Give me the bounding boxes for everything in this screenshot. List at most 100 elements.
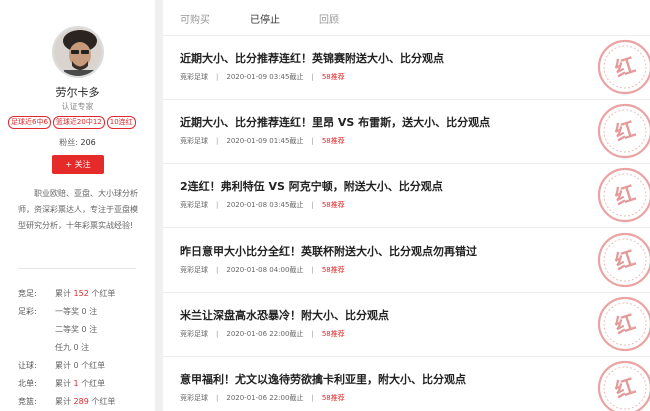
article-meta: 竞彩足球 | 2020-01-09 01:45截止 | 58推荐 — [180, 136, 345, 146]
record-badge: 足球近6中6 — [8, 116, 51, 129]
stat-row: 足彩: 一等奖 0 注 — [18, 302, 148, 320]
stat-value: 二等奖 0 注 — [55, 324, 97, 335]
article-price: 58推荐 — [321, 73, 345, 81]
separator: | — [216, 201, 219, 209]
stat-suffix: 个红单 — [81, 360, 106, 370]
follow-button[interactable]: + 关注 — [52, 155, 104, 174]
article-category: 竞彩足球 — [180, 394, 208, 402]
article-meta: 竞彩足球 | 2020-01-09 03:45截止 | 58推荐 — [180, 72, 345, 82]
separator: | — [311, 73, 314, 81]
stat-row: 任九 0 注 — [18, 338, 148, 356]
red-win-stamp-icon: 红 — [597, 360, 650, 411]
article-price: 58推荐 — [321, 394, 345, 402]
avatar[interactable] — [52, 26, 104, 78]
separator: | — [216, 137, 219, 145]
red-win-stamp-icon: 红 — [597, 167, 650, 223]
stat-prefix: 累计 — [55, 360, 71, 370]
red-win-stamp-icon: 红 — [597, 39, 650, 95]
stat-key: 北单: — [18, 378, 37, 388]
separator: | — [311, 394, 314, 402]
separator: | — [216, 394, 219, 402]
divider — [18, 268, 136, 269]
tab-available[interactable]: 可购买 — [180, 11, 210, 26]
article-item[interactable]: 近期大小、比分推荐连红！英锦赛附送大小、比分观点竞彩足球 | 2020-01-09 … — [163, 36, 650, 100]
svg-text:红: 红 — [612, 373, 638, 402]
stat-value: 累计 289 个红单 — [55, 396, 115, 407]
separator: | — [311, 266, 314, 274]
stat-value: 累计 0 个红单 — [55, 360, 105, 371]
article-price: 58推荐 — [321, 137, 345, 145]
article-item[interactable]: 近期大小、比分推荐连红！里昂 VS 布雷斯，送大小、比分观点竞彩足球 | 2020-… — [163, 100, 650, 164]
article-title[interactable]: 昨日意甲大小比分全红！英联杯附送大小、比分观点勿再错过 — [180, 243, 477, 259]
article-title[interactable]: 米兰让深盘高水恐暴冷！附大小、比分观点 — [180, 307, 389, 323]
record-badges: 足球近6中6 篮球近20中12 10连红 — [8, 116, 136, 129]
stat-prefix: 累计 — [55, 378, 71, 388]
fans-count: 206 — [80, 138, 96, 147]
stat-row: 让球: 累计 0 个红单 — [18, 356, 148, 374]
red-win-stamp-icon: 红 — [597, 296, 650, 352]
stat-key: 竞篮: — [18, 396, 37, 406]
article-item[interactable]: 昨日意甲大小比分全红！英联杯附送大小、比分观点勿再错过 竞彩足球 | 2020-01-… — [163, 229, 650, 293]
tab-stopped[interactable]: 已停止 — [250, 11, 280, 26]
article-item[interactable]: 2连红！弗利特伍 VS 阿克宁顿，附送大小、比分观点竞彩足球 | 2020-01-0… — [163, 164, 650, 228]
stat-key: 竞足: — [18, 288, 37, 298]
record-badge: 篮球近20中12 — [52, 116, 105, 129]
record-badge: 10连红 — [106, 116, 136, 129]
tab-bar: 可购买 已停止 回顾 — [163, 0, 650, 36]
article-title[interactable]: 意甲福利！尤文以逸待劳欲擒卡利亚里，附大小、比分观点 — [180, 371, 466, 387]
stat-prefix: 累计 — [55, 396, 71, 406]
stat-suffix: 一等奖 0 注 — [55, 306, 98, 316]
stats-list: 竞足: 累计 152 个红单 足彩: 一等奖 0 注 二等奖 0 注 任九 0 注让… — [18, 284, 148, 410]
article-meta: 竞彩足球 | 2020-01-08 03:45截止 | 58推荐 — [180, 200, 345, 210]
article-title[interactable]: 近期大小、比分推荐连红！里昂 VS 布雷斯，送大小、比分观点 — [180, 114, 490, 130]
stat-suffix: 个红单 — [91, 396, 116, 406]
stat-prefix: 累计 — [55, 288, 71, 298]
stat-value: 累计 152 个红单 — [55, 288, 115, 299]
svg-text:红: 红 — [612, 245, 638, 274]
expert-profile-panel: 劳尔卡多 认证专家 足球近6中6 篮球近20中12 10连红 粉丝: 206 +… — [0, 0, 155, 411]
article-item[interactable]: 米兰让深盘高水恐暴冷！附大小、比分观点 竞彩足球 | 2020-01-06 22:00… — [163, 293, 650, 357]
article-deadline: 2020-01-06 22:00截止 — [226, 394, 304, 402]
svg-text:红: 红 — [612, 52, 638, 81]
expert-name: 劳尔卡多 — [55, 86, 100, 99]
red-win-stamp-icon: 红 — [597, 232, 650, 288]
tab-review[interactable]: 回顾 — [319, 11, 339, 26]
article-deadline: 2020-01-08 03:45截止 — [226, 201, 304, 209]
article-deadline: 2020-01-08 04:00截止 — [226, 266, 304, 274]
stat-number: 0 — [73, 360, 79, 370]
article-item[interactable]: 意甲福利！尤文以逸待劳欲擒卡利亚里，附大小、比分观点竞彩足球 | 2020-01-0… — [163, 357, 650, 411]
svg-text:红: 红 — [612, 180, 638, 209]
article-title[interactable]: 2连红！弗利特伍 VS 阿克宁顿，附送大小、比分观点 — [180, 178, 443, 194]
stat-number: 1 — [73, 378, 79, 388]
stat-row: 竞篮: 累计 289 个红单 — [18, 392, 148, 410]
expert-title: 认证专家 — [61, 102, 94, 111]
separator: | — [216, 330, 219, 338]
article-price: 58推荐 — [321, 330, 345, 338]
article-category: 竞彩足球 — [180, 201, 208, 209]
separator: | — [216, 73, 219, 81]
article-title[interactable]: 近期大小、比分推荐连红！英锦赛附送大小、比分观点 — [180, 50, 444, 66]
separator: | — [311, 330, 314, 338]
stat-row: 北单: 累计 1 个红单 — [18, 374, 148, 392]
fans-label: 粉丝: — [59, 138, 78, 147]
stat-suffix: 个红单 — [81, 378, 106, 388]
stat-number: 152 — [73, 288, 89, 298]
article-category: 竞彩足球 — [180, 330, 208, 338]
stat-row: 二等奖 0 注 — [18, 320, 148, 338]
svg-text:红: 红 — [612, 309, 638, 338]
separator: | — [311, 137, 314, 145]
red-win-stamp-icon: 红 — [597, 103, 650, 159]
separator: | — [216, 266, 219, 274]
stat-suffix: 任九 0 注 — [55, 342, 90, 352]
article-deadline: 2020-01-09 01:45截止 — [226, 137, 304, 145]
stat-value: 任九 0 注 — [55, 342, 89, 353]
stat-key: 让球: — [18, 360, 37, 370]
stat-suffix: 二等奖 0 注 — [55, 324, 98, 334]
article-price: 58推荐 — [321, 201, 345, 209]
article-deadline: 2020-01-09 03:45截止 — [226, 73, 304, 81]
stat-row: 竞足: 累计 152 个红单 — [18, 284, 148, 302]
separator: | — [311, 201, 314, 209]
article-meta: 竞彩足球 | 2020-01-06 22:00截止 | 58推荐 — [180, 393, 345, 403]
article-category: 竞彩足球 — [180, 137, 208, 145]
article-category: 竞彩足球 — [180, 73, 208, 81]
